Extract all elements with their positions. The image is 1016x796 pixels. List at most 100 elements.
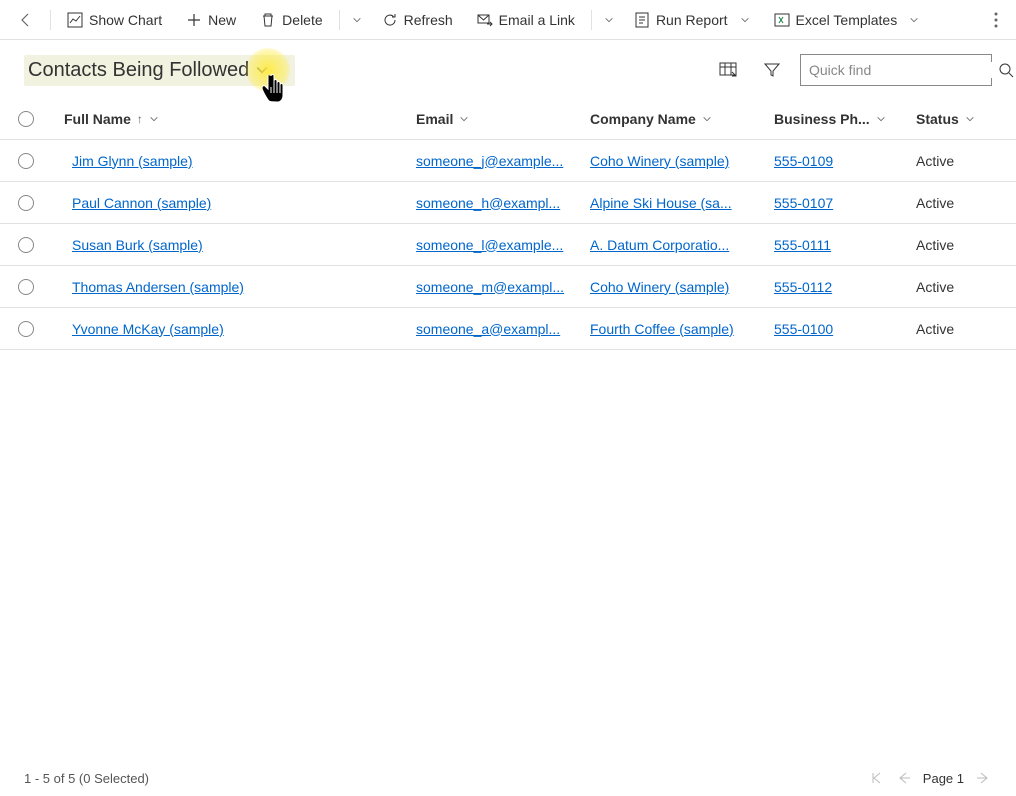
contact-phone-link[interactable]: 555-0107 — [774, 195, 833, 211]
report-icon — [634, 12, 650, 28]
circle-icon — [18, 279, 34, 295]
search-button[interactable] — [998, 62, 1014, 78]
excel-icon — [774, 12, 790, 28]
email-link-label: Email a Link — [499, 12, 575, 28]
plus-icon — [186, 12, 202, 28]
contact-company-link[interactable]: Coho Winery (sample) — [590, 279, 729, 295]
view-header: Contacts Being Followed — [0, 40, 1016, 98]
circle-icon — [18, 237, 34, 253]
table-row: Thomas Andersen (sample) someone_m@exampl… — [0, 266, 1016, 308]
edit-columns-button[interactable] — [712, 54, 744, 86]
column-label: Full Name — [64, 111, 131, 127]
back-button[interactable] — [8, 6, 44, 34]
grid-body: Jim Glynn (sample) someone_j@example... Co… — [0, 140, 1016, 350]
refresh-icon — [382, 12, 398, 28]
row-select[interactable] — [18, 321, 64, 337]
more-commands-button[interactable] — [984, 6, 1008, 34]
contact-email-link[interactable]: someone_l@example... — [416, 237, 563, 253]
search-input[interactable] — [801, 62, 998, 78]
contact-name-link[interactable]: Yvonne McKay (sample) — [64, 321, 224, 337]
new-label: New — [208, 12, 236, 28]
select-all[interactable] — [18, 111, 64, 127]
contact-company-link[interactable]: A. Datum Corporatio... — [590, 237, 729, 253]
contact-company-link[interactable]: Fourth Coffee (sample) — [590, 321, 734, 337]
contact-name-link[interactable]: Thomas Andersen (sample) — [64, 279, 244, 295]
column-phone[interactable]: Business Ph... — [774, 111, 916, 127]
command-bar: Show Chart New Delete Refresh Email a Li… — [0, 0, 1016, 40]
chevron-down-icon — [459, 114, 469, 124]
excel-templates-label: Excel Templates — [796, 12, 898, 28]
email-link-dropdown-button[interactable] — [598, 9, 620, 31]
contact-email-link[interactable]: someone_a@exampl... — [416, 321, 560, 337]
arrow-left-icon — [18, 12, 34, 28]
delete-button[interactable]: Delete — [250, 6, 332, 34]
circle-icon — [18, 195, 34, 211]
show-chart-button[interactable]: Show Chart — [57, 6, 172, 34]
sort-asc-icon: ↑ — [137, 112, 143, 126]
arrow-right-icon — [976, 771, 990, 785]
contact-phone-link[interactable]: 555-0111 — [774, 237, 831, 253]
chevron-down-icon — [740, 15, 750, 25]
excel-templates-button[interactable]: Excel Templates — [764, 6, 930, 34]
show-chart-label: Show Chart — [89, 12, 162, 28]
prev-page-button[interactable] — [895, 769, 913, 787]
separator — [591, 10, 592, 30]
contact-status: Active — [916, 321, 954, 337]
contact-name-link[interactable]: Paul Cannon (sample) — [64, 195, 211, 211]
contact-company-link[interactable]: Coho Winery (sample) — [590, 153, 729, 169]
email-link-button[interactable]: Email a Link — [467, 6, 585, 34]
funnel-icon — [764, 62, 780, 78]
contact-company-link[interactable]: Alpine Ski House (sa... — [590, 195, 732, 211]
record-summary: 1 - 5 of 5 (0 Selected) — [24, 771, 149, 786]
table-row: Paul Cannon (sample) someone_h@exampl... A… — [0, 182, 1016, 224]
search-box — [800, 54, 992, 86]
contact-name-link[interactable]: Jim Glynn (sample) — [64, 153, 193, 169]
contact-status: Active — [916, 237, 954, 253]
delete-dropdown-button[interactable] — [346, 9, 368, 31]
circle-icon — [18, 153, 34, 169]
column-label: Company Name — [590, 111, 696, 127]
separator — [339, 10, 340, 30]
circle-icon — [18, 111, 34, 127]
contact-email-link[interactable]: someone_j@example... — [416, 153, 563, 169]
contact-status: Active — [916, 195, 954, 211]
filter-button[interactable] — [756, 54, 788, 86]
row-select[interactable] — [18, 195, 64, 211]
column-status[interactable]: Status — [916, 111, 992, 127]
table-row: Yvonne McKay (sample) someone_a@exampl...… — [0, 308, 1016, 350]
chevron-down-icon — [965, 114, 975, 124]
arrow-left-icon — [897, 771, 911, 785]
contact-name-link[interactable]: Susan Burk (sample) — [64, 237, 203, 253]
chevron-down-icon — [255, 63, 269, 77]
new-button[interactable]: New — [176, 6, 246, 34]
table-row: Susan Burk (sample) someone_l@example... A… — [0, 224, 1016, 266]
refresh-button[interactable]: Refresh — [372, 6, 463, 34]
row-select[interactable] — [18, 279, 64, 295]
column-full-name[interactable]: Full Name ↑ — [64, 111, 416, 127]
chevron-down-icon — [876, 114, 886, 124]
delete-label: Delete — [282, 12, 322, 28]
contact-phone-link[interactable]: 555-0100 — [774, 321, 833, 337]
run-report-button[interactable]: Run Report — [624, 6, 760, 34]
contact-email-link[interactable]: someone_m@exampl... — [416, 279, 564, 295]
chart-icon — [67, 12, 83, 28]
contact-phone-link[interactable]: 555-0109 — [774, 153, 833, 169]
table-row: Jim Glynn (sample) someone_j@example... Co… — [0, 140, 1016, 182]
view-selector[interactable]: Contacts Being Followed — [28, 59, 269, 82]
contact-email-link[interactable]: someone_h@exampl... — [416, 195, 560, 211]
run-report-label: Run Report — [656, 12, 728, 28]
grid-header: Full Name ↑ Email Company Name Business … — [0, 98, 1016, 140]
contact-phone-link[interactable]: 555-0112 — [774, 279, 832, 295]
row-select[interactable] — [18, 237, 64, 253]
column-email[interactable]: Email — [416, 111, 590, 127]
email-link-icon — [477, 12, 493, 28]
column-company[interactable]: Company Name — [590, 111, 774, 127]
row-select[interactable] — [18, 153, 64, 169]
next-page-button[interactable] — [974, 769, 992, 787]
chevron-down-icon — [702, 114, 712, 124]
pager: Page 1 — [867, 769, 992, 787]
circle-icon — [18, 321, 34, 337]
refresh-label: Refresh — [404, 12, 453, 28]
column-label: Status — [916, 111, 959, 127]
first-page-button[interactable] — [867, 769, 885, 787]
